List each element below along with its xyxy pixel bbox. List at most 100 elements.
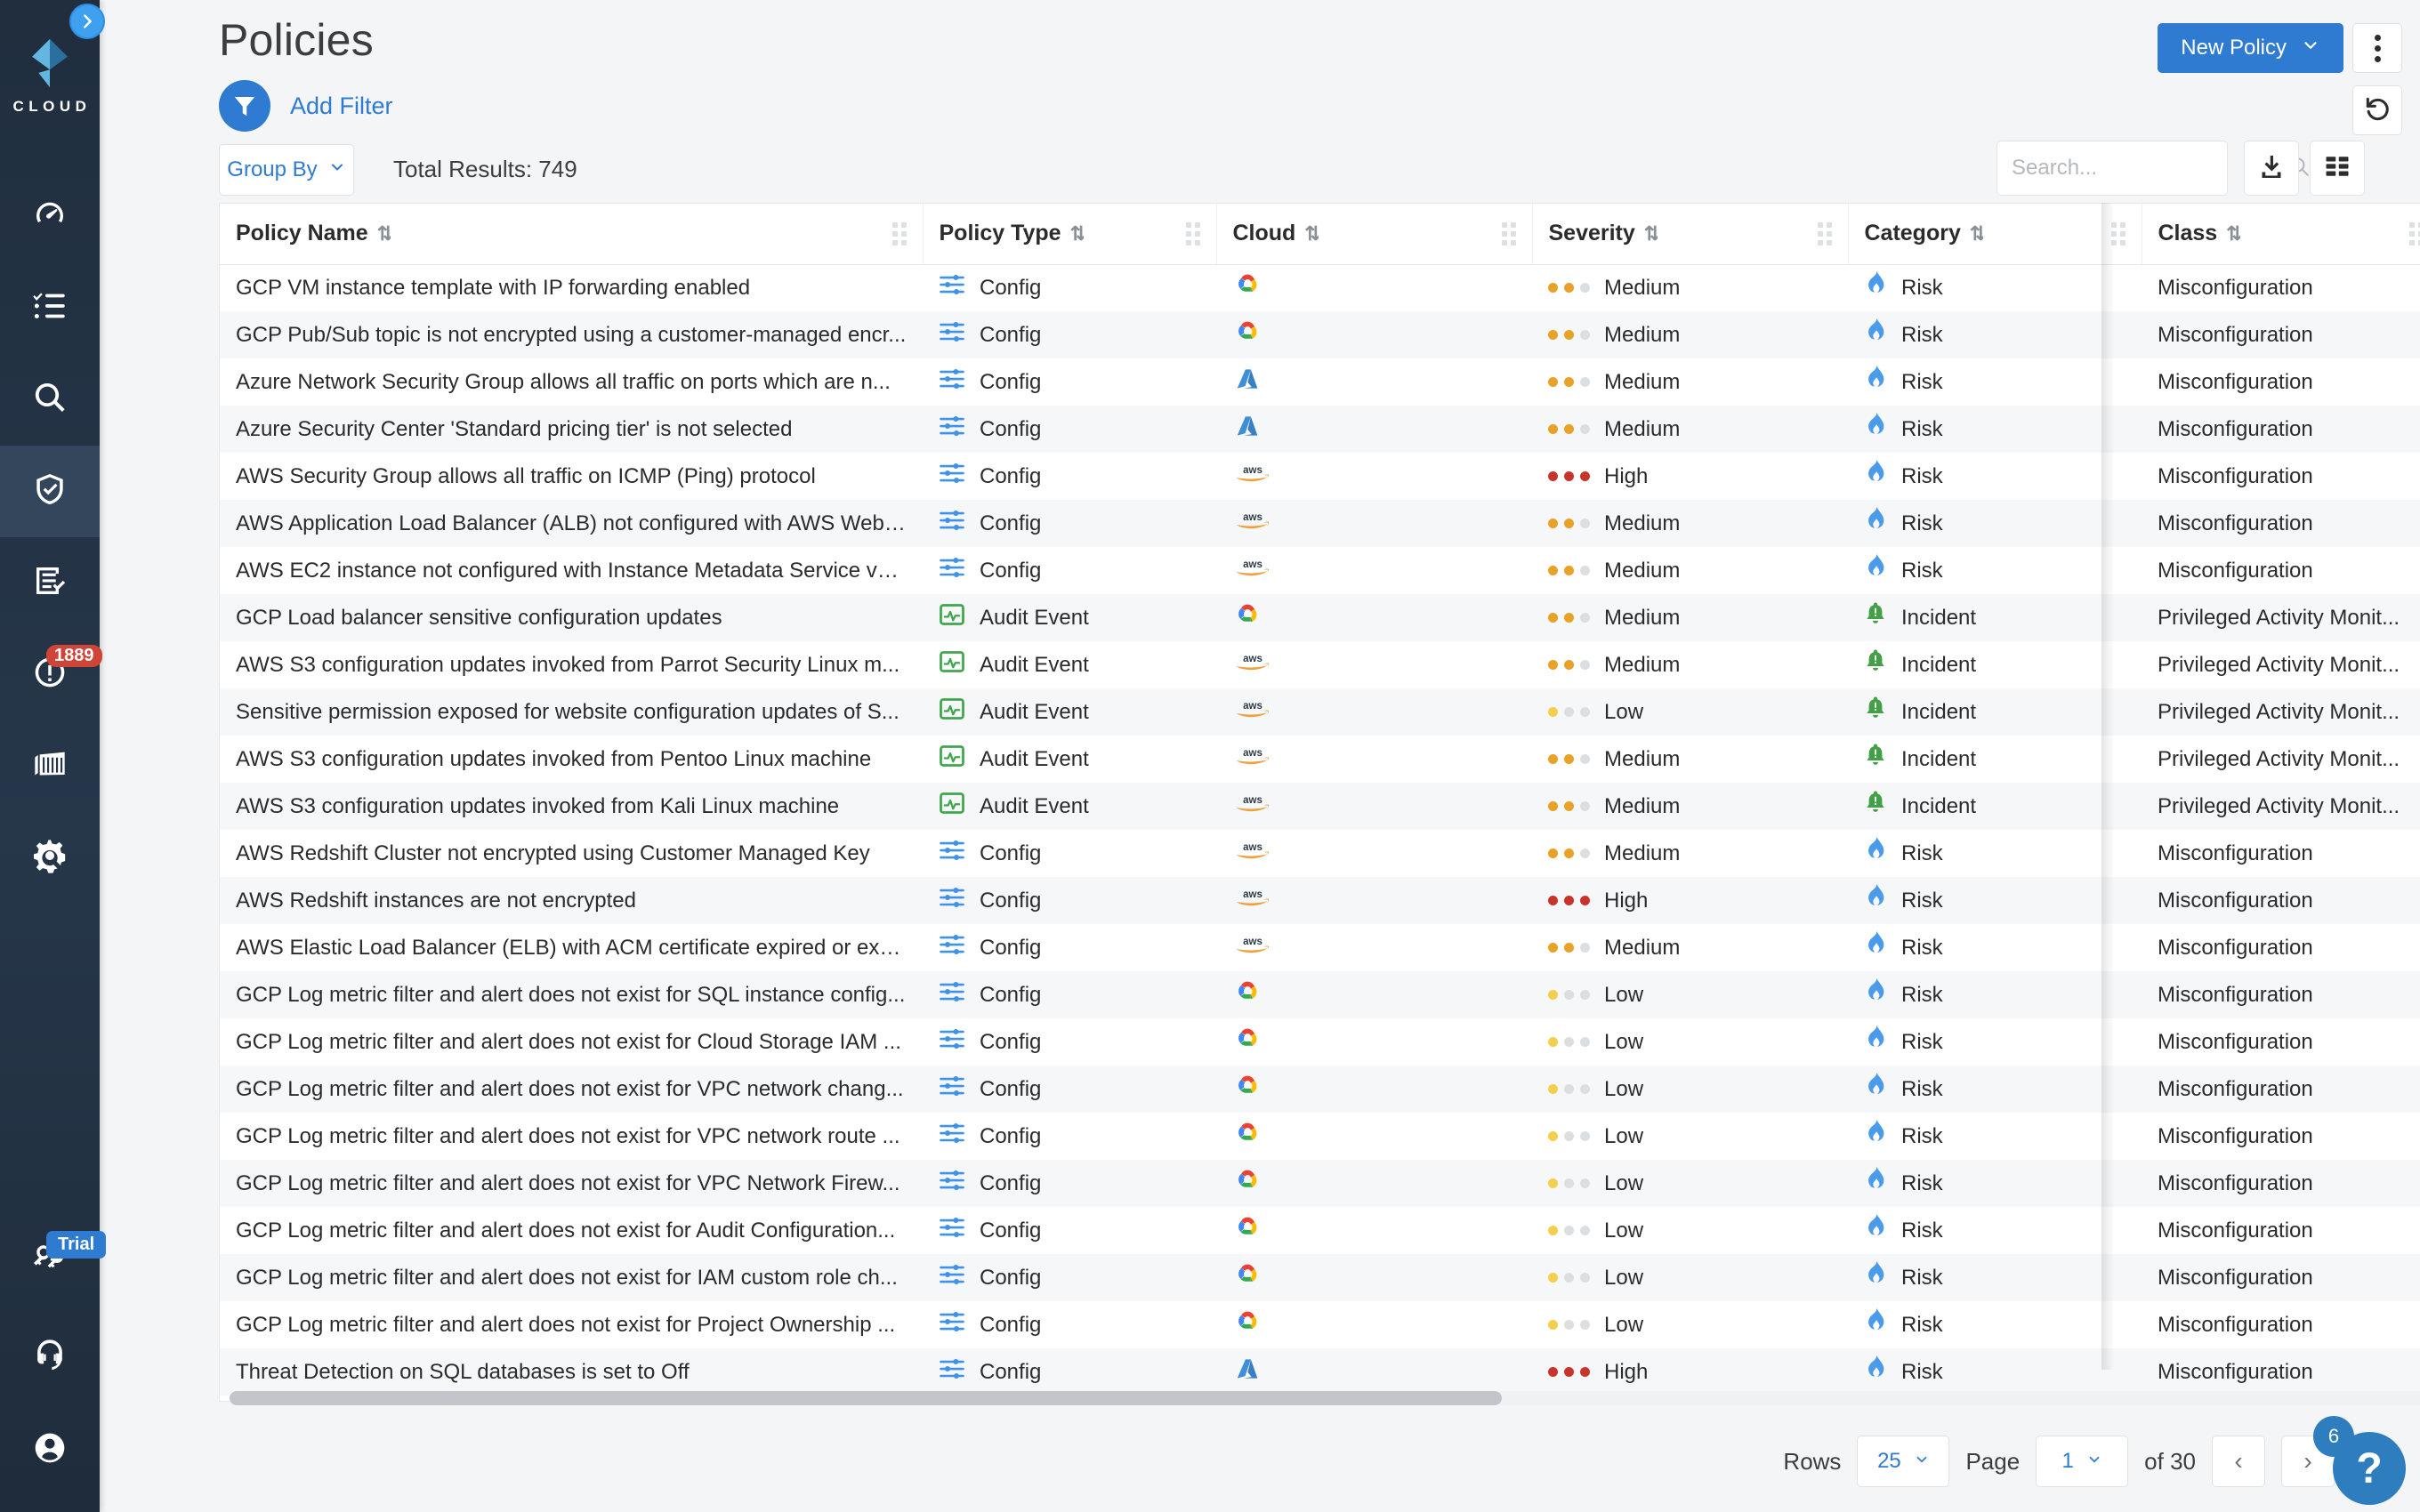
cell-policy-name[interactable]: GCP Pub/Sub topic is not encrypted using… (220, 311, 923, 358)
sort-icon[interactable]: ⇅ (1304, 222, 1318, 245)
table-row[interactable]: GCP Log metric filter and alert does not… (220, 1066, 2420, 1113)
column-header-policy-type[interactable]: Policy Type ⇅ (923, 204, 1217, 265)
column-header-class[interactable]: Class ⇅ (2142, 204, 2420, 265)
sort-icon[interactable]: ⇅ (1070, 222, 1084, 245)
column-resize-grip[interactable] (891, 221, 907, 245)
table-row[interactable]: Sensitive permission exposed for website… (220, 688, 2420, 736)
cell-policy-name[interactable]: Threat Detection on SQL databases is set… (220, 1348, 923, 1395)
columns-settings-button[interactable] (2310, 141, 2365, 196)
brand-logo[interactable]: CLOUD (9, 37, 92, 116)
cell-policy-name[interactable]: AWS Application Load Balancer (ALB) not … (220, 500, 923, 547)
table-row[interactable]: Azure Security Center 'Standard pricing … (220, 406, 2420, 453)
prisma-cloud-logo-icon (24, 37, 76, 89)
previous-page-button[interactable]: ‹ (2212, 1436, 2265, 1487)
cell-policy-name[interactable]: GCP Log metric filter and alert does not… (220, 1207, 923, 1254)
table-row[interactable]: GCP Pub/Sub topic is not encrypted using… (220, 311, 2420, 358)
column-resize-grip[interactable] (1501, 221, 1516, 245)
cell-policy-name[interactable]: GCP Log metric filter and alert does not… (220, 1066, 923, 1113)
table-row[interactable]: GCP Log metric filter and alert does not… (220, 1160, 2420, 1207)
table-row[interactable]: GCP Log metric filter and alert does not… (220, 971, 2420, 1018)
table-row[interactable]: GCP Log metric filter and alert does not… (220, 1113, 2420, 1160)
new-policy-button[interactable]: New Policy (2158, 23, 2343, 73)
table-row[interactable]: AWS Security Group allows all traffic on… (220, 453, 2420, 500)
cell-policy-name[interactable]: AWS S3 configuration updates invoked fro… (220, 736, 923, 783)
severity-dot (1548, 848, 1558, 858)
sort-icon[interactable]: ⇅ (377, 222, 391, 245)
cell-policy-name[interactable]: AWS S3 configuration updates invoked fro… (220, 783, 923, 830)
sort-icon[interactable]: ⇅ (2226, 222, 2239, 245)
cell-policy-name[interactable]: GCP Log metric filter and alert does not… (220, 971, 923, 1018)
table-row[interactable]: AWS Redshift Cluster not encrypted using… (220, 830, 2420, 877)
cell-policy-name[interactable]: GCP Load balancer sensitive configuratio… (220, 594, 923, 641)
column-header-cloud[interactable]: Cloud ⇅ (1216, 204, 1533, 265)
table-row[interactable]: GCP VM instance template with IP forward… (220, 264, 2420, 311)
cell-policy-name[interactable]: AWS S3 configuration updates invoked fro… (220, 641, 923, 688)
table-row[interactable]: GCP Log metric filter and alert does not… (220, 1018, 2420, 1066)
sort-icon[interactable]: ⇅ (1970, 222, 1983, 245)
sidebar-item-inventory[interactable] (0, 262, 100, 354)
cell-policy-name[interactable]: AWS Redshift Cluster not encrypted using… (220, 830, 923, 877)
cell-policy-name[interactable]: GCP Log metric filter and alert does not… (220, 1113, 923, 1160)
column-header-severity[interactable]: Severity ⇅ (1532, 204, 1849, 265)
policy-type-text: Config (980, 463, 1042, 488)
cell-policy-name[interactable]: AWS EC2 instance not configured with Ins… (220, 547, 923, 594)
cell-policy-name[interactable]: GCP Log metric filter and alert does not… (220, 1301, 923, 1348)
sidebar-item-settings[interactable] (0, 812, 100, 904)
cell-policy-name[interactable]: GCP Log metric filter and alert does not… (220, 1160, 923, 1207)
sort-icon[interactable]: ⇅ (1644, 222, 1658, 245)
search-box[interactable] (1996, 141, 2309, 196)
table-row[interactable]: Threat Detection on SQL databases is set… (220, 1348, 2420, 1395)
class-text: Misconfiguration (2158, 416, 2313, 441)
column-resize-grip[interactable] (2110, 221, 2126, 245)
sidebar-item-support[interactable] (0, 1318, 100, 1393)
cell-policy-name[interactable]: Azure Network Security Group allows all … (220, 358, 923, 406)
sidebar-item-policies[interactable] (0, 446, 100, 537)
column-resize-grip[interactable] (2408, 221, 2420, 245)
sidebar-item-investigate[interactable] (0, 354, 100, 446)
table-row[interactable]: GCP Load balancer sensitive configuratio… (220, 594, 2420, 641)
table-row[interactable]: AWS S3 configuration updates invoked fro… (220, 783, 2420, 830)
horizontal-scrollbar[interactable] (230, 1391, 2420, 1405)
cell-severity: Medium (1532, 736, 1848, 783)
filter-funnel-icon[interactable] (219, 80, 270, 132)
cell-policy-name[interactable]: AWS Redshift instances are not encrypted (220, 877, 923, 924)
cell-policy-name[interactable]: GCP VM instance template with IP forward… (220, 264, 923, 311)
sidebar-item-compliance[interactable] (0, 537, 100, 629)
group-by-button[interactable]: Group By (219, 144, 354, 196)
column-header-category[interactable]: Category ⇅ (1848, 204, 2142, 265)
table-row[interactable]: AWS Application Load Balancer (ALB) not … (220, 500, 2420, 547)
horizontal-scroll-thumb[interactable] (230, 1391, 1502, 1405)
rows-per-page-select[interactable]: 25 (1857, 1436, 1950, 1487)
cell-policy-name[interactable]: Azure Security Center 'Standard pricing … (220, 406, 923, 453)
table-row[interactable]: Azure Network Security Group allows all … (220, 358, 2420, 406)
sidebar-item-alerts[interactable]: 1889 (0, 629, 102, 720)
table-row[interactable]: AWS S3 configuration updates invoked fro… (220, 641, 2420, 688)
cell-severity: Low (1532, 971, 1848, 1018)
cell-policy-name[interactable]: AWS Elastic Load Balancer (ELB) with ACM… (220, 924, 923, 971)
page-number-select[interactable]: 1 (2036, 1436, 2129, 1487)
cell-policy-name[interactable]: GCP Log metric filter and alert does not… (220, 1018, 923, 1066)
table-row[interactable]: AWS EC2 instance not configured with Ins… (220, 547, 2420, 594)
column-resize-grip[interactable] (1185, 221, 1200, 245)
sidebar-item-account[interactable] (0, 1412, 100, 1487)
table-row[interactable]: AWS S3 configuration updates invoked fro… (220, 736, 2420, 783)
table-row[interactable]: AWS Redshift instances are not encrypted… (220, 877, 2420, 924)
sidebar-item-containers[interactable] (0, 720, 100, 812)
column-header-policy-name[interactable]: Policy Name ⇅ (220, 204, 924, 265)
sidebar-item-licensing[interactable]: Trial (0, 1224, 107, 1299)
table-row[interactable]: GCP Log metric filter and alert does not… (220, 1207, 2420, 1254)
cell-class: Misconfiguration (2142, 500, 2420, 547)
table-row[interactable]: AWS Elastic Load Balancer (ELB) with ACM… (220, 924, 2420, 971)
reset-button[interactable] (2352, 85, 2402, 135)
column-resize-grip[interactable] (1817, 221, 1832, 245)
cell-policy-name[interactable]: GCP Log metric filter and alert does not… (220, 1254, 923, 1301)
sidebar-collapse-toggle[interactable] (69, 4, 105, 39)
add-filter-link[interactable]: Add Filter (290, 92, 393, 120)
sidebar-item-dashboard[interactable] (0, 171, 100, 262)
cell-policy-name[interactable]: AWS Security Group allows all traffic on… (220, 453, 923, 500)
cell-policy-name[interactable]: Sensitive permission exposed for website… (220, 688, 923, 736)
table-row[interactable]: GCP Log metric filter and alert does not… (220, 1254, 2420, 1301)
more-actions-button[interactable] (2352, 23, 2402, 73)
table-row[interactable]: GCP Log metric filter and alert does not… (220, 1301, 2420, 1348)
download-button[interactable] (2244, 141, 2299, 196)
